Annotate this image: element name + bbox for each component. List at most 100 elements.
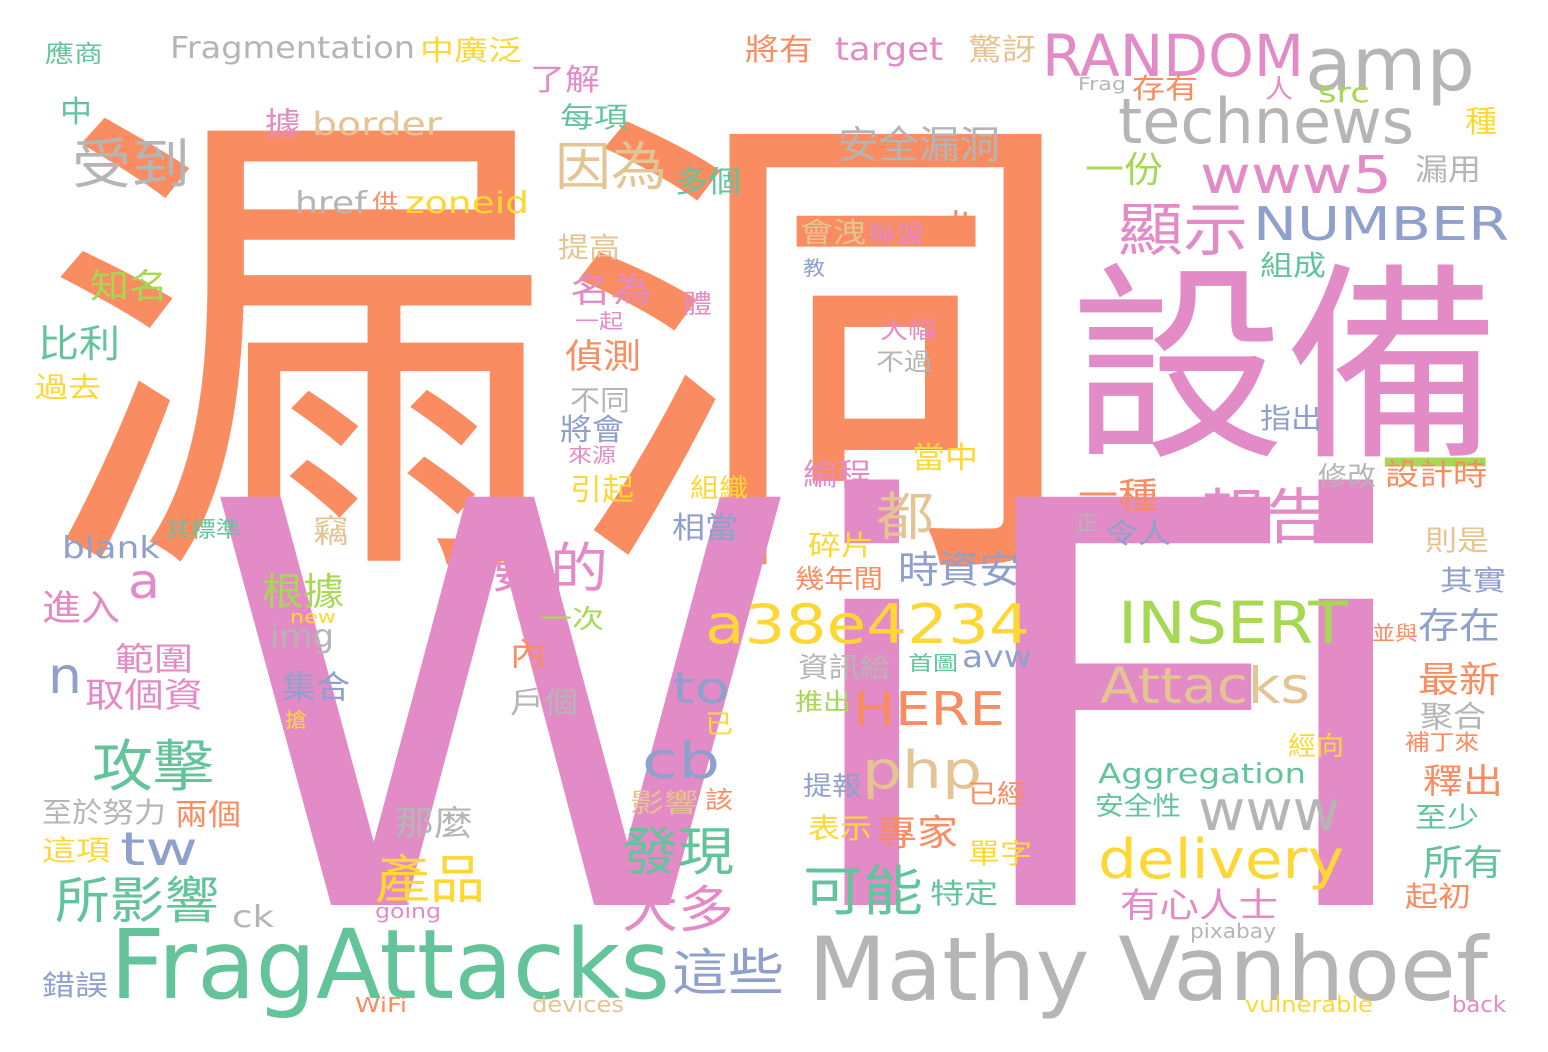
word-zhong-type: 種: [1465, 105, 1497, 140]
word-an-quan-lou-dong: 安全漏洞: [838, 123, 1000, 167]
word-jin-ru: 進入: [42, 588, 120, 629]
word-lai-yuan: 來源: [568, 443, 616, 467]
word-ti: 體: [682, 290, 712, 320]
word-tui-chu: 推出: [795, 688, 851, 716]
word-pixabay: pixabay: [1190, 919, 1276, 943]
word-mei-xiang: 每項: [560, 101, 628, 134]
word-php: php: [862, 741, 982, 801]
word-da-duo: 大多: [622, 881, 734, 939]
word-to: to: [672, 663, 730, 714]
word-aggregation: Aggregation: [1098, 757, 1306, 790]
word-xiu-gai: 修改: [1318, 462, 1376, 492]
word-yi-jing: 已經: [968, 780, 1026, 810]
word-fragmentation: Fragmentation: [170, 31, 415, 66]
word-mathy-vanhoef: Mathy Vanhoef: [808, 918, 1490, 1021]
word-zhi-shao: 至少: [1415, 801, 1479, 834]
word-an-quan-xing: 安全性: [1095, 792, 1181, 822]
word-attacks: Attacks: [1100, 657, 1310, 715]
word-cun-zai: 存在: [1418, 606, 1500, 647]
word-ren: 人: [1265, 75, 1293, 105]
word-shi-chu: 釋出: [1423, 762, 1503, 802]
word-liao-jie: 了解: [530, 63, 600, 98]
word-insert: INSERT: [1118, 589, 1349, 657]
word-alt: alt: [930, 206, 974, 241]
word-dang-zhong: 當中: [912, 441, 978, 476]
word-ti-bao: 提報: [803, 772, 861, 802]
word-jing-ya: 驚訝: [968, 33, 1036, 68]
word-zhe-xiang: 這項: [42, 834, 110, 867]
word-bu-guo: 不過: [876, 348, 932, 376]
word-fa-xian: 發現: [622, 823, 734, 883]
word-shou-tu: 首圖: [908, 651, 958, 675]
word-gong: 供: [372, 191, 398, 216]
word-bao-gao: 報告: [1200, 483, 1330, 553]
word-ze-shi: 則是: [1425, 524, 1489, 557]
word-yin-wei: 因為: [555, 138, 667, 198]
word-ck: ck: [232, 900, 275, 935]
word-zhi-yu: 至於: [42, 796, 102, 829]
word-nu-li: 努力: [102, 796, 166, 829]
word-ji-he: 集合: [282, 668, 350, 706]
word-suo-you: 所有: [1423, 843, 1503, 884]
word-na-me: 那麼: [395, 804, 473, 844]
word-devices: devices: [532, 993, 624, 1018]
word-fan-wei: 範圍: [115, 640, 193, 678]
word-yi-ci: 一次: [540, 605, 604, 635]
word-zu-cheng: 組成: [1260, 249, 1326, 282]
word-yi-qi: 一起: [575, 309, 623, 333]
word-back: back: [1452, 993, 1506, 1018]
word-biao-shi: 表示: [808, 812, 872, 845]
word-wifi-small: WiFi: [355, 993, 407, 1017]
word-zui-xin: 最新: [1418, 660, 1500, 701]
word-shou-dao: 受到: [72, 133, 190, 196]
word-zhong-guang-fan: 中廣泛: [420, 34, 522, 67]
word-hui-xie: 會洩: [800, 216, 866, 249]
word-n: n: [48, 647, 82, 705]
word-bu-ding-lai: 補丁來: [1405, 731, 1479, 756]
word-shi-zi-an: 時資安: [898, 548, 1020, 592]
word-blank: blank: [62, 531, 161, 566]
word-border: border: [312, 105, 443, 143]
word-qi-chu: 起初: [1405, 880, 1471, 913]
word-bing-yu: 並與: [1372, 621, 1418, 645]
word-suo-ying-xiang: 所影響: [55, 872, 219, 930]
word-cuo-wu: 錯誤: [42, 969, 108, 1002]
word-yi: 已: [705, 710, 733, 740]
word-yin-qi: 引起: [570, 473, 634, 508]
word-cb: cb: [642, 732, 720, 790]
word-zhen-ce: 偵測: [565, 337, 641, 377]
word-zoneid: zoneid: [405, 186, 529, 221]
word-liang-ge: 兩個: [175, 798, 241, 833]
word-bi-li: 比利: [38, 322, 120, 366]
word-ying-shang: 應商: [45, 40, 103, 68]
word-avw: avw: [962, 640, 1032, 675]
word-jiang-you: 將有: [745, 33, 813, 68]
word-gai: 該: [705, 786, 733, 814]
word-qiang: 搶: [285, 708, 307, 732]
word-she-ji-shi: 設計時: [1385, 458, 1487, 493]
word-new: new: [290, 607, 336, 628]
word-zi-xun-gei: 資訊給: [798, 651, 890, 684]
word-href: href: [295, 186, 369, 221]
word-lou-yong: 漏用: [1415, 153, 1481, 188]
word-ji-nian-jian: 幾年間: [795, 565, 883, 595]
word-ti-gao: 提高: [558, 231, 620, 264]
word-zu-zhi: 組織: [690, 474, 748, 504]
word-nei: 內: [510, 635, 546, 673]
word-cloud: 漏洞 WiFi 設備 FragAttacks Mathy Vanhoef amp…: [0, 0, 1548, 1052]
word-gong-ji: 攻擊: [92, 735, 214, 800]
word-ming-wei: 名為: [570, 271, 652, 311]
word-ling-ren: 令人: [1105, 517, 1171, 550]
word-hu-ge: 戶個: [510, 686, 578, 721]
word-zheng: 正: [1075, 511, 1099, 535]
word-qu-ge-zi: 取個資: [85, 676, 203, 716]
word-number: NUMBER: [1253, 197, 1509, 251]
word-te-ding: 特定: [930, 877, 998, 910]
word-qie: 竊: [313, 512, 349, 550]
word-xian-shi: 顯示: [1118, 196, 1248, 264]
word-qi-shi: 其實: [1440, 564, 1506, 597]
word-sui-pian: 碎片: [808, 529, 874, 562]
word-qi-biao-zhun: 其標準: [165, 518, 241, 543]
word-zhe-xie: 這些: [672, 944, 784, 1002]
word-ju-he: 聚合: [1420, 700, 1486, 735]
